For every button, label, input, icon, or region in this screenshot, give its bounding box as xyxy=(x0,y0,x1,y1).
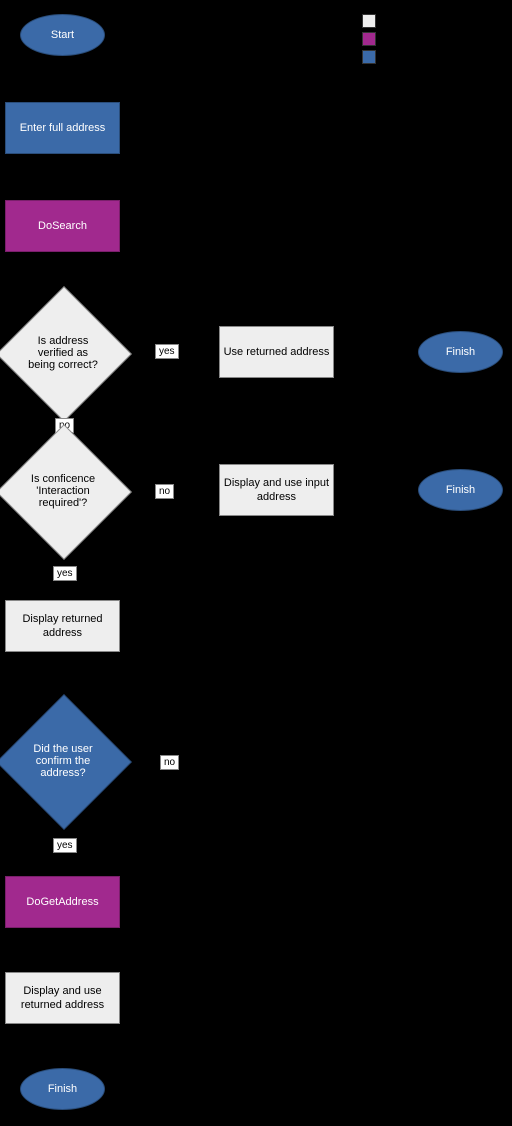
finish3-node: Finish xyxy=(20,1068,105,1110)
finish1-node: Finish xyxy=(418,331,503,373)
finish1-label: Finish xyxy=(446,345,475,359)
use-returned-label: Use returned address xyxy=(224,345,330,359)
legend-grey xyxy=(362,14,376,28)
start-node: Start xyxy=(20,14,105,56)
legend-blue xyxy=(362,50,376,64)
enter-address-node: Enter full address xyxy=(5,102,120,154)
confidence-yes-label: yes xyxy=(53,566,77,581)
finish2-label: Finish xyxy=(446,483,475,497)
confirm-node: Did the user confirm the address? xyxy=(16,714,110,808)
verified-label: Is address verified as being correct? xyxy=(28,335,98,371)
confidence-node: Is conficence 'Interaction required'? xyxy=(16,444,110,538)
dosearch-label: DoSearch xyxy=(38,219,87,233)
dosearch-node: DoSearch xyxy=(5,200,120,252)
finish2-node: Finish xyxy=(418,469,503,511)
finish3-label: Finish xyxy=(48,1082,77,1096)
verified-node: Is address verified as being correct? xyxy=(16,306,110,400)
display-use-returned-node: Display and use returned address xyxy=(5,972,120,1024)
display-input-label: Display and use input address xyxy=(220,476,333,505)
confidence-no-label: no xyxy=(155,484,174,499)
confirm-no-label: no xyxy=(160,755,179,770)
use-returned-node: Use returned address xyxy=(219,326,334,378)
legend-purple xyxy=(362,32,376,46)
display-returned-node: Display returned address xyxy=(5,600,120,652)
confidence-label: Is conficence 'Interaction required'? xyxy=(28,473,98,509)
dogetaddress-label: DoGetAddress xyxy=(26,895,98,909)
display-returned-label: Display returned address xyxy=(6,612,119,641)
confirm-yes-label: yes xyxy=(53,838,77,853)
dogetaddress-node: DoGetAddress xyxy=(5,876,120,928)
enter-address-label: Enter full address xyxy=(20,121,106,135)
start-label: Start xyxy=(51,28,74,42)
confirm-label: Did the user confirm the address? xyxy=(28,743,98,779)
verified-yes-label: yes xyxy=(155,344,179,359)
display-input-node: Display and use input address xyxy=(219,464,334,516)
display-use-returned-label: Display and use returned address xyxy=(6,984,119,1013)
